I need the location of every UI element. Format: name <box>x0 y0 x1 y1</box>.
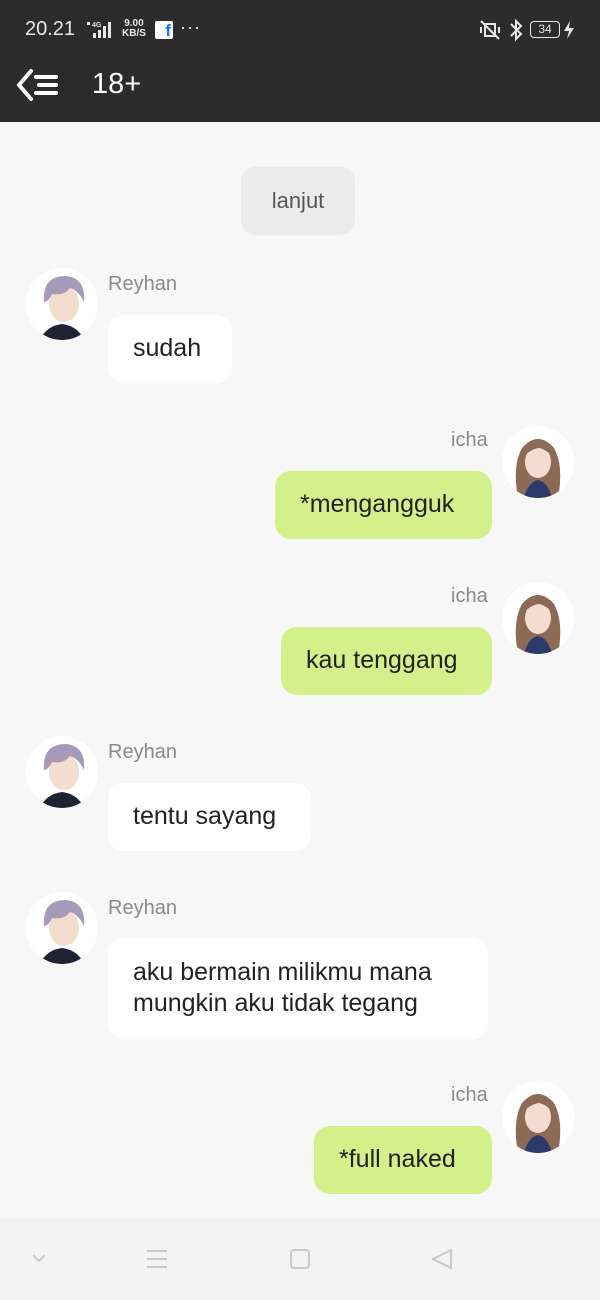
message-bubble[interactable]: tentu sayang <box>108 783 311 851</box>
message-bubble[interactable]: aku bermain milikmu mana mungkin aku tid… <box>108 938 488 1039</box>
sender-name: icha <box>451 429 488 451</box>
menu-icon[interactable] <box>145 1248 169 1270</box>
network-speed: 9.00 KB/S <box>122 19 146 39</box>
message-bubble[interactable]: *mengangguk <box>275 471 492 539</box>
avatar-reyhan[interactable] <box>26 892 98 964</box>
more-notifications: ··· <box>180 17 201 37</box>
top-bar: 20.21 4G 9.00 KB/S f ··· 34 18+ <box>0 0 600 122</box>
sender-name: icha <box>451 585 488 607</box>
status-time: 20.21 <box>25 18 76 40</box>
back-triangle-icon[interactable] <box>430 1247 454 1271</box>
avatar-icha[interactable] <box>502 582 574 654</box>
sender-name: Reyhan <box>108 741 177 763</box>
system-nav-bar <box>0 1218 600 1300</box>
sender-name: Reyhan <box>108 273 177 295</box>
home-square-icon[interactable] <box>289 1248 311 1270</box>
signal-icon: 4G <box>87 22 111 38</box>
sender-name: icha <box>451 1084 488 1106</box>
mute-vibrate-icon <box>480 20 500 40</box>
chevron-down-icon[interactable] <box>30 1252 48 1264</box>
speed-unit: KB/S <box>122 28 146 39</box>
system-message[interactable]: lanjut <box>241 167 355 235</box>
message-bubble[interactable]: kau tenggang <box>281 627 492 695</box>
battery-indicator: 34 <box>530 21 560 38</box>
avatar-reyhan[interactable] <box>26 268 98 340</box>
bluetooth-icon <box>510 18 523 42</box>
message-bubble[interactable]: *full naked <box>314 1126 492 1194</box>
svg-text:4G: 4G <box>92 22 102 29</box>
sender-name: Reyhan <box>108 897 177 919</box>
facebook-icon: f <box>155 21 173 40</box>
message-bubble[interactable]: sudah <box>108 315 232 383</box>
chat-area[interactable]: lanjut Reyhan sudah icha *mengangguk ich… <box>0 122 600 1218</box>
back-menu-icon[interactable] <box>16 68 60 102</box>
charging-icon <box>564 21 574 39</box>
status-bar: 20.21 4G 9.00 KB/S f ··· 34 <box>0 0 600 60</box>
avatar-reyhan[interactable] <box>26 736 98 808</box>
avatar-icha[interactable] <box>502 1081 574 1153</box>
chat-title: 18+ <box>92 68 142 100</box>
avatar-icha[interactable] <box>502 426 574 498</box>
